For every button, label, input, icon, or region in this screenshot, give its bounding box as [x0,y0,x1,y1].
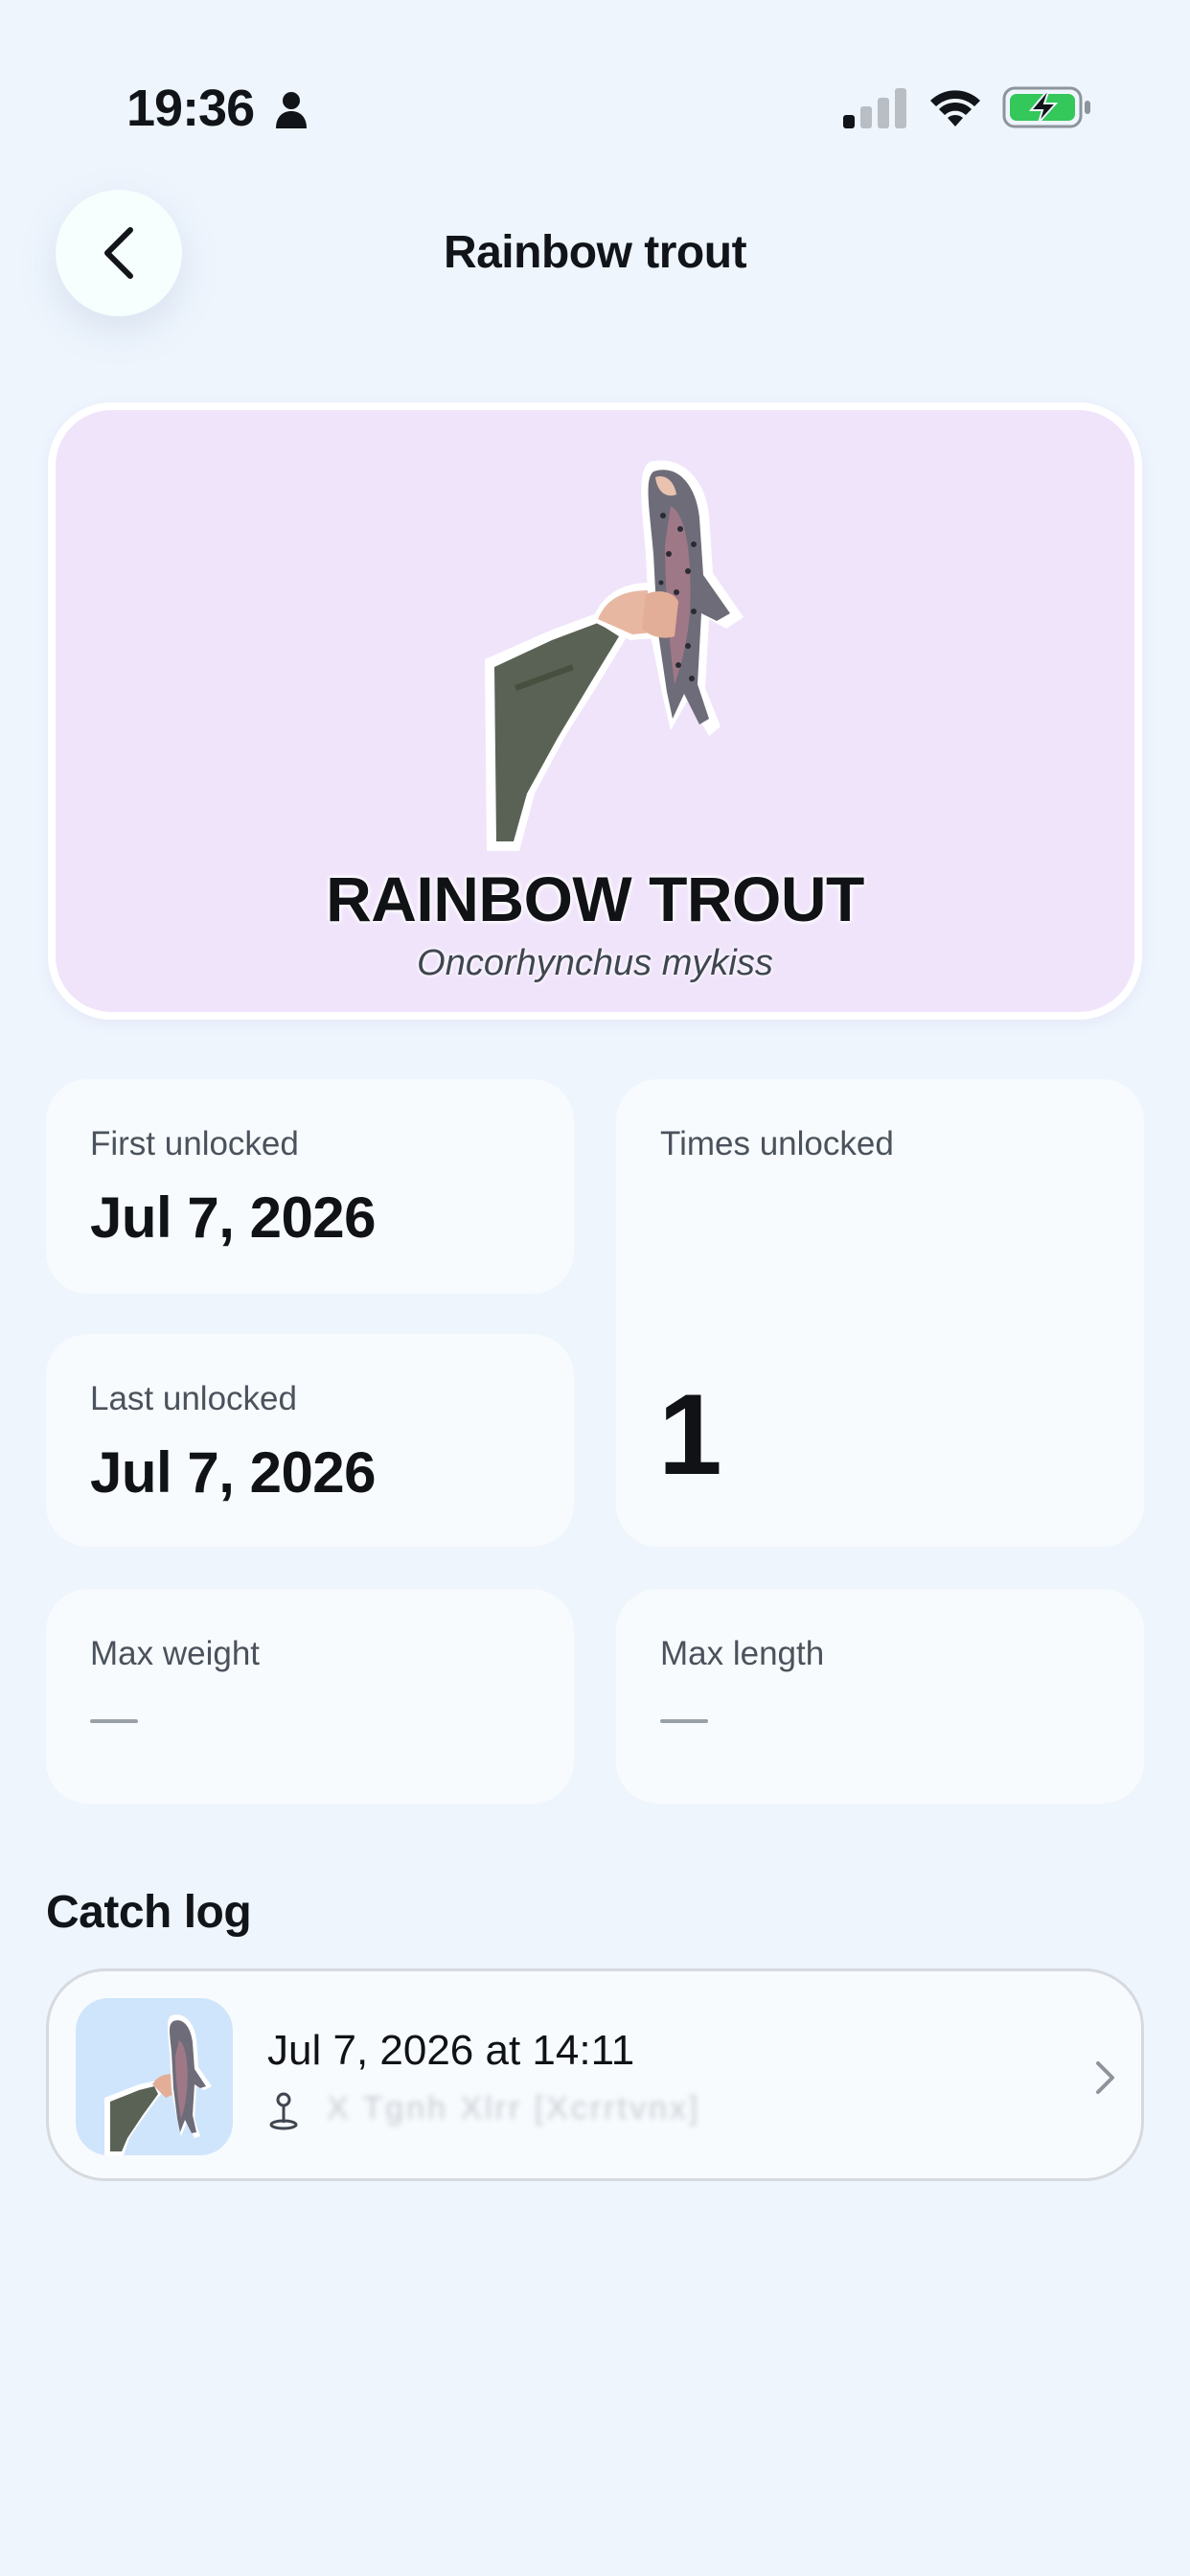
max-length-card: Max length [616,1589,1144,1804]
rainbow-trout-image [485,460,744,851]
person-icon [276,92,307,128]
species-name: RAINBOW TROUT [326,863,864,934]
catch-thumbnail [76,1998,233,2155]
status-time: 19:36 [126,80,255,137]
max-length-empty-dash [660,1719,708,1723]
cellular-signal-icon [843,88,906,128]
battery-charging-icon [1002,86,1090,128]
scientific-name: Oncorhynchus mykiss [417,943,773,983]
first-unlocked-card: First unlocked Jul 7, 2026 [46,1079,574,1294]
status-bar: 19:36 [0,0,1190,163]
stat-label: Times unlocked [660,1125,894,1162]
stat-label: Max weight [90,1635,261,1672]
max-weight-card: Max weight [46,1589,574,1804]
page-title: Rainbow trout [443,227,747,278]
catch-log-entry[interactable]: Jul 7, 2026 at 14:11 X Tgnh Xlrr [Xcrrtv… [46,1968,1144,2181]
stat-label: Max length [660,1635,825,1672]
wifi-icon [930,90,980,126]
times-unlocked-card: Times unlocked 1 [616,1079,1144,1547]
times-unlocked-value: 1 [658,1370,722,1499]
species-detail-screen: 19:36 Rainbow trout RAINBOW TROUT Oncorh… [0,0,1190,2576]
stat-label: Last unlocked [90,1380,297,1417]
chevron-right-icon [1096,2061,1114,2094]
catch-location: X Tgnh Xlrr [Xcrrtvnx] [327,2090,701,2127]
last-unlocked-value: Jul 7, 2026 [90,1440,377,1505]
first-unlocked-value: Jul 7, 2026 [90,1185,377,1250]
last-unlocked-card: Last unlocked Jul 7, 2026 [46,1334,574,1547]
catch-datetime: Jul 7, 2026 at 14:11 [267,2027,635,2074]
species-hero-card: RAINBOW TROUT Oncorhynchus mykiss [48,402,1142,1020]
stat-label: First unlocked [90,1125,299,1162]
rainbow-trout-thumbnail-image [104,2014,212,2155]
max-weight-empty-dash [90,1719,138,1723]
catch-log-title: Catch log [46,1887,252,1938]
map-pin-icon [269,2092,298,2130]
